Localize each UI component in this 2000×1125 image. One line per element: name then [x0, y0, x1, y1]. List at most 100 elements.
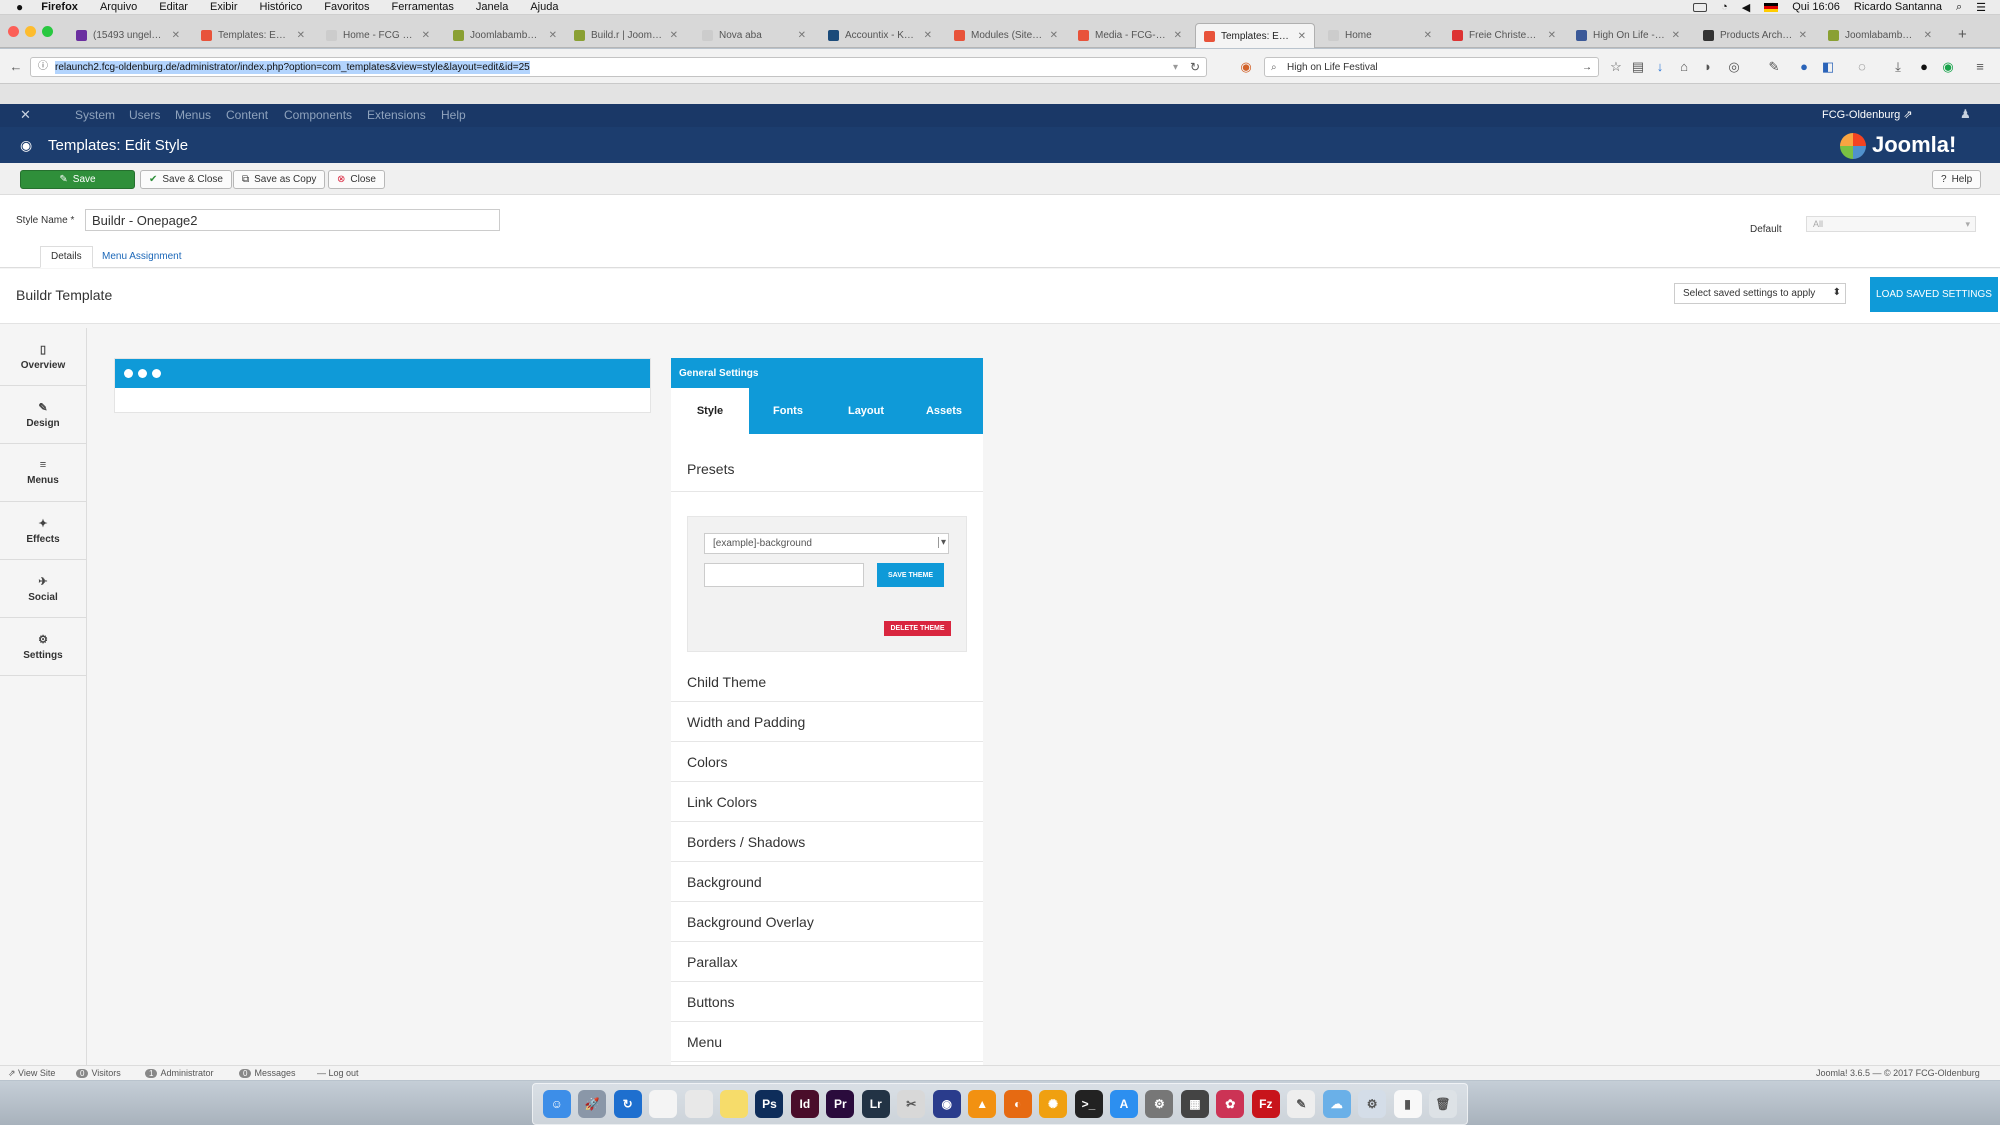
- scissors-icon[interactable]: ✂: [897, 1090, 926, 1118]
- load-saved-settings-button[interactable]: LOAD SAVED SETTINGS: [1870, 277, 1998, 312]
- bookmark-star-icon[interactable]: ☆: [1608, 59, 1624, 75]
- browser-tab[interactable]: Media - FCG-Old... ✕: [1070, 23, 1190, 48]
- appstore-icon[interactable]: A: [1109, 1090, 1138, 1118]
- save-theme-button[interactable]: SAVE THEME: [877, 563, 944, 587]
- close-button[interactable]: ⊗ Close: [328, 170, 385, 189]
- section-background-overlay[interactable]: Background Overlay: [671, 902, 983, 942]
- section-background[interactable]: Background: [671, 862, 983, 902]
- section-colors[interactable]: Colors: [671, 742, 983, 782]
- menu-editar[interactable]: Editar: [159, 1, 188, 13]
- sun-icon[interactable]: ✺: [1039, 1090, 1068, 1118]
- tab-close-icon[interactable]: ✕: [1924, 30, 1932, 41]
- tab-fonts[interactable]: Fonts: [749, 388, 827, 434]
- finder2-icon[interactable]: ⚙: [1358, 1090, 1387, 1118]
- filezilla-icon[interactable]: Fz: [1251, 1090, 1280, 1118]
- extension-square-icon[interactable]: ◧: [1820, 59, 1836, 75]
- menu-favoritos[interactable]: Favoritos: [324, 1, 369, 13]
- section-width-and-padding[interactable]: Width and Padding: [671, 702, 983, 742]
- menu-janela[interactable]: Janela: [476, 1, 508, 13]
- tab-close-icon[interactable]: ✕: [1548, 30, 1556, 41]
- minimize-window-button[interactable]: [25, 26, 36, 37]
- view-site-link[interactable]: ⇗ View Site: [8, 1068, 55, 1079]
- browser-tab[interactable]: Templates: Edit S... ✕: [193, 23, 313, 48]
- tab-close-icon[interactable]: ✕: [1424, 30, 1432, 41]
- browser-tab[interactable]: Products Archive ... ✕: [1695, 23, 1815, 48]
- browser-tab[interactable]: Joomlabamboo S... ✕: [445, 23, 565, 48]
- battery-icon[interactable]: [1693, 2, 1708, 12]
- section-buttons[interactable]: Buttons: [671, 982, 983, 1022]
- tab-close-icon[interactable]: ✕: [549, 30, 557, 41]
- premiere-icon[interactable]: Pr: [826, 1090, 855, 1118]
- zoom-window-button[interactable]: [42, 26, 53, 37]
- user-icon[interactable]: ♟: [1960, 107, 1971, 121]
- browser-tab[interactable]: Home - FCG Oldenburg ✕: [318, 23, 438, 48]
- extension-grey-icon[interactable]: ◌: [1854, 59, 1870, 75]
- sidebar-item-settings[interactable]: ⚙ Settings: [0, 618, 86, 676]
- hamburger-menu-icon[interactable]: ≡: [1972, 59, 1988, 75]
- launchpad-icon[interactable]: 🚀: [578, 1090, 607, 1118]
- browser-tab[interactable]: Home ✕: [1320, 23, 1440, 48]
- administrator-link[interactable]: 1 Administrator: [145, 1068, 213, 1078]
- search-go-icon[interactable]: →: [1582, 62, 1592, 73]
- menu-arquivo[interactable]: Arquivo: [100, 1, 137, 13]
- pdf-icon[interactable]: ✎: [1287, 1090, 1316, 1118]
- menu-system[interactable]: System: [75, 108, 115, 122]
- sidebar-item-effects[interactable]: ✦ Effects: [0, 502, 86, 560]
- menu-ferramentas[interactable]: Ferramentas: [392, 1, 454, 13]
- indesign-icon[interactable]: Id: [790, 1090, 819, 1118]
- terminal-icon[interactable]: >_: [1074, 1090, 1103, 1118]
- tab-menu-assignment[interactable]: Menu Assignment: [102, 251, 182, 262]
- tab-close-icon[interactable]: ✕: [1298, 31, 1306, 42]
- shield-icon[interactable]: ◉: [1238, 59, 1254, 75]
- section-borders-shadows[interactable]: Borders / Shadows: [671, 822, 983, 862]
- pocket-icon[interactable]: ◗: [1700, 59, 1716, 75]
- close-window-button[interactable]: [8, 26, 19, 37]
- extension-icon[interactable]: ◎: [1726, 59, 1742, 75]
- logout-link[interactable]: — Log out: [317, 1068, 359, 1078]
- finder-icon[interactable]: ☺: [542, 1090, 571, 1118]
- colors-icon[interactable]: ✿: [1216, 1090, 1245, 1118]
- joomla-x-icon[interactable]: ✕: [20, 107, 31, 123]
- tab-layout[interactable]: Layout: [827, 388, 905, 434]
- presets-header[interactable]: Presets: [671, 434, 983, 492]
- menu-content[interactable]: Content: [226, 108, 268, 122]
- wifi-icon[interactable]: ◔: [1721, 1, 1728, 13]
- menu-menus[interactable]: Menus: [175, 108, 211, 122]
- section-child-theme[interactable]: Child Theme: [671, 662, 983, 702]
- new-tab-button[interactable]: +: [1958, 26, 1967, 43]
- home-icon[interactable]: ⌂: [1676, 59, 1692, 75]
- menu-components[interactable]: Components: [284, 108, 352, 122]
- clock[interactable]: Qui 16:06: [1792, 1, 1840, 13]
- lightroom-icon[interactable]: Lr: [861, 1090, 890, 1118]
- notification-icon[interactable]: ☰: [1976, 1, 1986, 14]
- tab-details[interactable]: Details: [40, 246, 93, 268]
- app-menu[interactable]: Firefox: [41, 1, 78, 13]
- textedit-icon[interactable]: [649, 1090, 678, 1118]
- menu-ajuda[interactable]: Ajuda: [530, 1, 558, 13]
- trash-icon[interactable]: 🗑: [1429, 1090, 1458, 1118]
- browser-tab[interactable]: Joomlabamboo S... ✕: [1820, 23, 1940, 48]
- visitors-link[interactable]: 0 Visitors: [76, 1068, 121, 1078]
- saved-settings-select[interactable]: Select saved settings to apply ⬍: [1674, 283, 1846, 304]
- site-link[interactable]: FCG-Oldenburg ⇗: [1822, 108, 1913, 121]
- reload-icon[interactable]: ↻: [1190, 60, 1200, 74]
- menu-historico[interactable]: Histórico: [260, 1, 303, 13]
- tab-close-icon[interactable]: ✕: [172, 30, 180, 41]
- tab-close-icon[interactable]: ✕: [670, 30, 678, 41]
- user-name[interactable]: Ricardo Santanna: [1854, 1, 1942, 13]
- script-icon[interactable]: [684, 1090, 713, 1118]
- browser-tab[interactable]: Build.r | Joomlaba... ✕: [566, 23, 686, 48]
- sidebar-item-design[interactable]: ✎ Design: [0, 386, 86, 444]
- flag-icon[interactable]: [1764, 2, 1779, 12]
- preferences-icon[interactable]: ⚙: [1145, 1090, 1174, 1118]
- doc-icon[interactable]: ▮: [1393, 1090, 1422, 1118]
- sidebar-item-overview[interactable]: ▯ Overview: [0, 328, 86, 386]
- menu-users[interactable]: Users: [129, 108, 160, 122]
- url-dropdown-icon[interactable]: ▾: [1173, 62, 1178, 73]
- library-icon[interactable]: ▤: [1630, 59, 1646, 75]
- sync-icon[interactable]: ↻: [613, 1090, 642, 1118]
- help-button[interactable]: ? Help: [1932, 170, 1982, 189]
- spotlight-icon[interactable]: ⌕: [1956, 1, 1962, 14]
- browser-tab[interactable]: Modules (Site) - F... ✕: [946, 23, 1066, 48]
- tab-close-icon[interactable]: ✕: [924, 30, 932, 41]
